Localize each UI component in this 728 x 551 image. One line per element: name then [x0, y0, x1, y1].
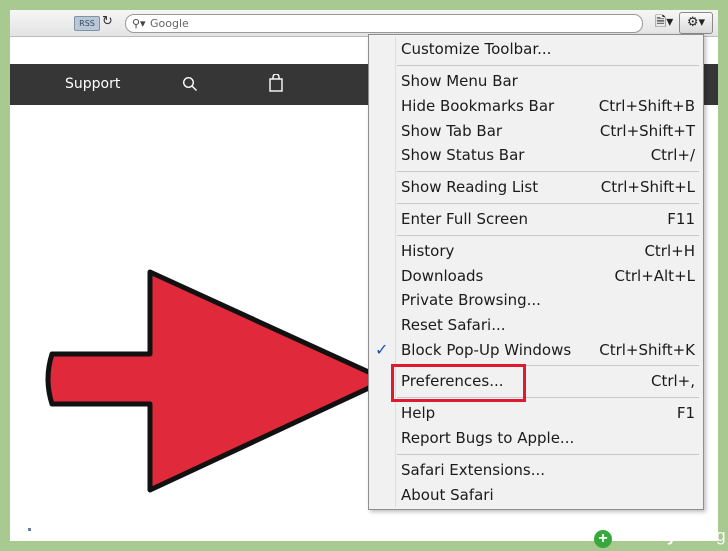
plus-icon: +: [594, 530, 612, 548]
menu-separator: [397, 171, 699, 172]
menu-item-label: Show Reading List: [401, 178, 539, 196]
menu-item-customize-toolbar[interactable]: Customize Toolbar...: [369, 37, 703, 61]
menu-item-label: Reset Safari...: [401, 316, 506, 334]
menu-item-shortcut: Ctrl+Shift+B: [598, 97, 695, 115]
menu-item-shortcut: Ctrl+H: [644, 242, 695, 260]
menu-separator: [397, 235, 699, 236]
menu-item-reset-safari[interactable]: Reset Safari...: [369, 313, 703, 337]
menu-item-private-browsing[interactable]: Private Browsing...: [369, 288, 703, 312]
menu-item-label: Hide Bookmarks Bar: [401, 97, 555, 115]
checkmark-icon: ✓: [375, 340, 389, 359]
menu-item-block-popups[interactable]: ✓ Block Pop-Up Windows Ctrl+Shift+K: [369, 338, 703, 362]
watermark-brand-2: Living: [681, 526, 726, 545]
menu-separator: [397, 454, 699, 455]
menu-item-label: Safari Extensions...: [401, 461, 546, 479]
menu-separator: [397, 65, 699, 66]
menu-item-show-status-bar[interactable]: Show Status Bar Ctrl+/: [369, 143, 703, 167]
menu-item-about-safari[interactable]: About Safari: [369, 483, 703, 507]
menu-item-help[interactable]: Help F1: [369, 401, 703, 425]
menu-item-label: Show Menu Bar: [401, 72, 518, 90]
menu-item-show-tab-bar[interactable]: Show Tab Bar Ctrl+Shift+T: [369, 119, 703, 143]
menu-item-show-reading-list[interactable]: Show Reading List Ctrl+Shift+L: [369, 175, 703, 199]
menu-item-safari-extensions[interactable]: Safari Extensions...: [369, 458, 703, 482]
menu-item-label: Downloads: [401, 267, 484, 285]
menu-separator: [397, 203, 699, 204]
watermark-brand: Healthy: [615, 526, 677, 545]
preferences-highlight-box: [391, 364, 526, 402]
menu-item-label: Block Pop-Up Windows: [401, 341, 572, 359]
menu-item-label: History: [401, 242, 455, 260]
menu-item-label: Show Status Bar: [401, 146, 525, 164]
menu-item-shortcut: F1: [676, 404, 695, 422]
menu-item-label: Private Browsing...: [401, 291, 541, 309]
menu-item-shortcut: Ctrl+Alt+L: [614, 267, 696, 285]
settings-menu: Customize Toolbar... Show Menu Bar Hide …: [368, 34, 704, 510]
menu-item-label: Report Bugs to Apple...: [401, 429, 575, 447]
menu-item-shortcut: Ctrl+/: [650, 146, 695, 164]
menu-item-enter-full-screen[interactable]: Enter Full Screen F11: [369, 207, 703, 231]
menu-item-shortcut: Ctrl+Shift+K: [599, 341, 695, 359]
menu-item-show-menu-bar[interactable]: Show Menu Bar: [369, 69, 703, 93]
menu-item-history[interactable]: History Ctrl+H: [369, 239, 703, 263]
menu-item-label: Help: [401, 404, 436, 422]
menu-item-report-bugs[interactable]: Report Bugs to Apple...: [369, 426, 703, 450]
menu-item-shortcut: Ctrl+Shift+T: [599, 122, 695, 140]
menu-item-label: About Safari: [401, 486, 494, 504]
menu-item-shortcut: Ctrl+Shift+L: [600, 178, 695, 196]
menu-item-label: Show Tab Bar: [401, 122, 503, 140]
menu-item-label: Enter Full Screen: [401, 210, 529, 228]
menu-item-downloads[interactable]: Downloads Ctrl+Alt+L: [369, 264, 703, 288]
menu-item-shortcut: F11: [667, 210, 695, 228]
menu-item-label: Customize Toolbar...: [401, 40, 552, 58]
menu-item-shortcut: Ctrl+,: [650, 372, 695, 390]
menu-item-hide-bookmarks-bar[interactable]: Hide Bookmarks Bar Ctrl+Shift+B: [369, 94, 703, 118]
watermark-logo: + Healthy Living: [594, 526, 726, 550]
